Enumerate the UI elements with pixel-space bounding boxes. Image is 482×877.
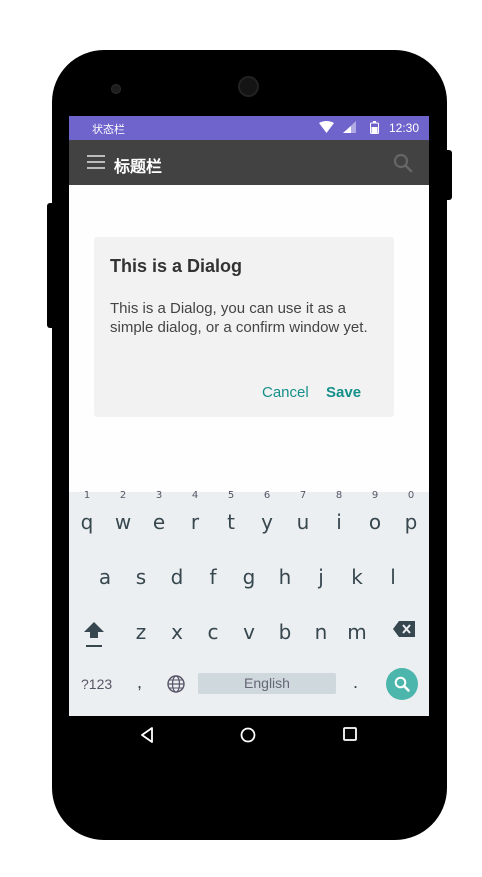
key-label: u bbox=[296, 510, 310, 534]
menu-icon[interactable] bbox=[87, 155, 105, 169]
key-s[interactable]: s bbox=[126, 565, 156, 589]
key-label: k bbox=[351, 565, 363, 589]
power-button bbox=[446, 150, 452, 200]
key-hint: 9 bbox=[371, 490, 379, 501]
key-p[interactable]: 0p bbox=[396, 490, 426, 534]
key-label: a bbox=[98, 565, 112, 589]
key-label: p bbox=[404, 510, 418, 534]
title-bar: 标题栏 bbox=[69, 140, 429, 185]
backspace-icon[interactable] bbox=[393, 621, 415, 637]
dialog-message: This is a Dialog, you can use it as a si… bbox=[110, 300, 368, 336]
recents-icon[interactable] bbox=[343, 727, 357, 741]
key-label: o bbox=[368, 510, 382, 534]
key-hint: 3 bbox=[155, 490, 163, 501]
key-h[interactable]: h bbox=[270, 565, 300, 589]
key-f[interactable]: f bbox=[198, 565, 228, 589]
key-d[interactable]: d bbox=[162, 565, 192, 589]
key-o[interactable]: 9o bbox=[360, 490, 390, 534]
space-bar[interactable]: English bbox=[198, 673, 336, 694]
front-camera bbox=[238, 76, 259, 97]
key-label: h bbox=[278, 565, 292, 589]
key-hint: 2 bbox=[119, 490, 127, 501]
key-label: x bbox=[171, 620, 183, 644]
navigation-bar bbox=[69, 716, 429, 756]
cancel-button[interactable]: Cancel bbox=[262, 384, 309, 401]
key-label: f bbox=[209, 565, 217, 589]
key-label: e bbox=[152, 510, 166, 534]
key-q[interactable]: 1q bbox=[72, 490, 102, 534]
key-v[interactable]: v bbox=[234, 620, 264, 644]
key-label: i bbox=[336, 510, 342, 534]
period-key[interactable]: . bbox=[353, 672, 358, 693]
key-j[interactable]: j bbox=[306, 565, 336, 589]
sensor bbox=[111, 84, 121, 94]
key-y[interactable]: 6y bbox=[252, 490, 282, 534]
dialog: This is a Dialog This is a Dialog, you c… bbox=[94, 237, 394, 417]
key-b[interactable]: b bbox=[270, 620, 300, 644]
symbols-key[interactable]: ?123 bbox=[81, 676, 112, 692]
dialog-title: This is a Dialog bbox=[110, 256, 243, 276]
key-label: d bbox=[170, 565, 184, 589]
key-c[interactable]: c bbox=[198, 620, 228, 644]
key-label: b bbox=[278, 620, 292, 644]
status-time: 12:30 bbox=[388, 121, 419, 135]
key-u[interactable]: 7u bbox=[288, 490, 318, 534]
key-label: g bbox=[242, 565, 256, 589]
home-icon[interactable] bbox=[240, 727, 256, 743]
key-label: w bbox=[114, 510, 132, 534]
key-label: v bbox=[243, 620, 255, 644]
status-bar: 状态栏 12:30 bbox=[69, 116, 429, 140]
page-title: 标题栏 bbox=[114, 157, 163, 176]
key-e[interactable]: 3e bbox=[144, 490, 174, 534]
key-hint: 0 bbox=[407, 490, 415, 501]
key-label: l bbox=[390, 565, 396, 589]
key-l[interactable]: l bbox=[378, 565, 408, 589]
key-m[interactable]: m bbox=[342, 620, 372, 644]
battery-icon bbox=[370, 121, 379, 134]
key-hint: 1 bbox=[83, 490, 91, 501]
search-icon bbox=[394, 676, 410, 692]
key-k[interactable]: k bbox=[342, 565, 372, 589]
save-button[interactable]: Save bbox=[326, 384, 361, 401]
search-key[interactable] bbox=[386, 668, 418, 700]
cellular-signal-icon bbox=[343, 121, 356, 133]
key-g[interactable]: g bbox=[234, 565, 264, 589]
key-n[interactable]: n bbox=[306, 620, 336, 644]
key-hint: 4 bbox=[191, 490, 199, 501]
screen: 状态栏 12:30 标题栏 This is a Dialog This is a… bbox=[69, 116, 429, 756]
back-icon[interactable] bbox=[140, 727, 154, 743]
shift-icon[interactable] bbox=[83, 621, 105, 649]
key-t[interactable]: 5t bbox=[216, 490, 246, 534]
key-label: r bbox=[190, 510, 200, 534]
wifi-icon bbox=[319, 121, 334, 133]
key-i[interactable]: 8i bbox=[324, 490, 354, 534]
globe-icon[interactable] bbox=[167, 675, 185, 693]
key-label: z bbox=[135, 620, 147, 644]
key-label: n bbox=[314, 620, 328, 644]
key-label: y bbox=[261, 510, 273, 534]
content-area: This is a Dialog This is a Dialog, you c… bbox=[69, 185, 429, 492]
key-a[interactable]: a bbox=[90, 565, 120, 589]
key-label: c bbox=[207, 620, 219, 644]
key-x[interactable]: x bbox=[162, 620, 192, 644]
key-hint: 8 bbox=[335, 490, 343, 501]
key-hint: 7 bbox=[299, 490, 307, 501]
search-icon[interactable] bbox=[393, 153, 413, 173]
key-hint: 5 bbox=[227, 490, 235, 501]
key-z[interactable]: z bbox=[126, 620, 156, 644]
volume-button bbox=[47, 203, 53, 328]
key-label: j bbox=[318, 565, 324, 589]
key-w[interactable]: 2w bbox=[108, 490, 138, 534]
comma-key[interactable]: , bbox=[137, 672, 142, 693]
key-label: s bbox=[135, 565, 147, 589]
key-label: q bbox=[80, 510, 94, 534]
key-hint: 6 bbox=[263, 490, 271, 501]
key-label: t bbox=[227, 510, 235, 534]
status-bar-label: 状态栏 bbox=[92, 123, 125, 136]
key-label: m bbox=[347, 620, 367, 644]
keyboard: 1q2w3e4r5t6y7u8i9o0p asdfghjkl zxcvbnm ?… bbox=[69, 490, 429, 716]
key-r[interactable]: 4r bbox=[180, 490, 210, 534]
